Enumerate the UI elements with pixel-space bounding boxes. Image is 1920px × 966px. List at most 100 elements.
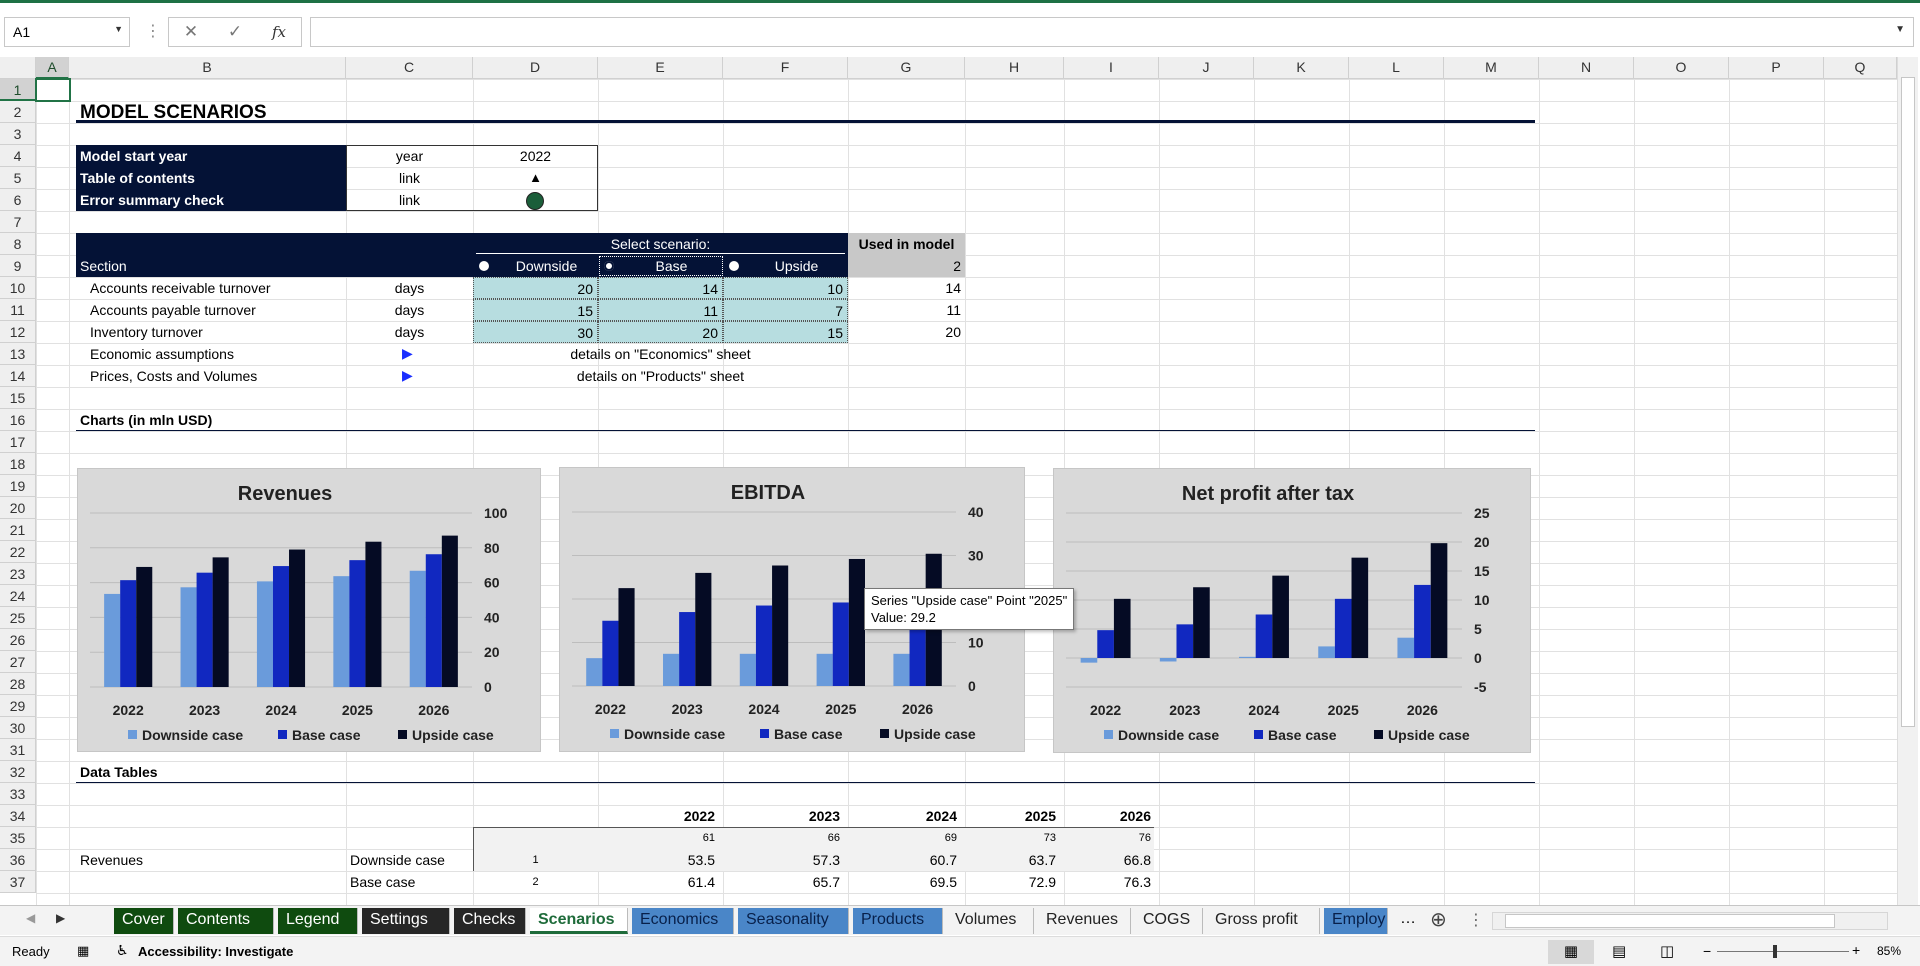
row-header[interactable]: 31: [0, 739, 36, 761]
bar[interactable]: [679, 612, 696, 686]
tab-revenues[interactable]: Revenues: [1038, 908, 1131, 934]
enter-icon[interactable]: ✓: [213, 22, 257, 42]
row-header[interactable]: 27: [0, 651, 36, 673]
bar[interactable]: [1176, 624, 1194, 658]
column-header[interactable]: L: [1349, 57, 1444, 79]
tab-contents[interactable]: Contents: [178, 908, 274, 934]
accessibility-status[interactable]: Accessibility: Investigate: [138, 944, 293, 959]
scenario-label[interactable]: Accounts payable turnover: [86, 299, 346, 321]
column-header[interactable]: K: [1254, 57, 1349, 79]
table-value[interactable]: 66: [723, 827, 844, 849]
bar[interactable]: [272, 566, 290, 687]
row-header[interactable]: 30: [0, 717, 36, 739]
row-header[interactable]: 25: [0, 607, 36, 629]
bar[interactable]: [365, 541, 382, 687]
detail-link-text[interactable]: details on "Economics" sheet: [473, 343, 848, 365]
tab-legend[interactable]: Legend: [278, 908, 358, 934]
scrollbar-thumb[interactable]: [1505, 914, 1835, 928]
info-label[interactable]: Model start year: [76, 145, 346, 167]
chart-0[interactable]: Revenues 100 80 60 40 20 0 2022 2023 2024 2025 2026…: [77, 468, 541, 752]
row-header[interactable]: 29: [0, 695, 36, 717]
column-header[interactable]: I: [1064, 57, 1159, 79]
column-header[interactable]: J: [1159, 57, 1254, 79]
row-header[interactable]: 3: [0, 123, 36, 145]
bar[interactable]: [1397, 637, 1415, 658]
toc-link-icon[interactable]: ▲: [473, 167, 598, 189]
bar[interactable]: [1080, 658, 1098, 663]
zoom-slider[interactable]: [1717, 945, 1849, 958]
row-header[interactable]: 26: [0, 629, 36, 651]
bar[interactable]: [663, 653, 680, 686]
bar[interactable]: [893, 653, 910, 686]
zoom-slider-thumb[interactable]: [1773, 945, 1777, 958]
row-header[interactable]: 6: [0, 189, 36, 211]
table-row-label[interactable]: Revenues: [76, 849, 346, 871]
macro-record-icon[interactable]: ▦: [77, 943, 89, 959]
page-break-view-icon[interactable]: ◫: [1660, 942, 1674, 960]
table-value[interactable]: 69: [848, 827, 961, 849]
more-options-icon[interactable]: ⋮: [1468, 910, 1484, 930]
table-value[interactable]: 76.3: [1064, 871, 1155, 893]
bar[interactable]: [1272, 575, 1289, 658]
row-header[interactable]: 20: [0, 497, 36, 519]
bar[interactable]: [409, 570, 426, 687]
zoom-level[interactable]: 85%: [1877, 944, 1901, 958]
more-options-icon[interactable]: ⋮: [145, 21, 161, 41]
tab-cogs[interactable]: COGS: [1135, 908, 1203, 934]
bar[interactable]: [772, 565, 789, 686]
bar[interactable]: [1193, 587, 1210, 658]
vertical-scrollbar[interactable]: [1897, 57, 1918, 905]
upside-input[interactable]: 7: [723, 299, 848, 321]
select-scenario-label[interactable]: Select scenario:: [473, 233, 848, 255]
bar[interactable]: [289, 549, 306, 687]
row-header[interactable]: 11: [0, 299, 36, 321]
row-header[interactable]: 10: [0, 277, 36, 299]
tab-scenarios[interactable]: Scenarios: [530, 908, 628, 934]
tab-employ[interactable]: Employ: [1324, 908, 1388, 934]
year-header[interactable]: 2024: [848, 805, 961, 827]
chart-2[interactable]: Net profit after tax 25 20 15 10 5 0 -5 2022 2023…: [1053, 468, 1531, 753]
formula-input[interactable]: ▼: [310, 17, 1914, 47]
play-arrow-icon[interactable]: ▶: [402, 367, 413, 384]
row-header[interactable]: 8: [0, 233, 36, 255]
row-header[interactable]: 18: [0, 453, 36, 475]
upside-input[interactable]: 15: [723, 321, 848, 343]
used-in-model-header[interactable]: Used in model: [848, 233, 965, 255]
row-header[interactable]: 23: [0, 563, 36, 585]
section-header[interactable]: Section: [76, 255, 346, 277]
scenario-unit[interactable]: days: [346, 299, 473, 321]
row-header[interactable]: 5: [0, 167, 36, 189]
bar[interactable]: [1414, 584, 1431, 658]
row-header[interactable]: 9: [0, 255, 36, 277]
insert-function-icon[interactable]: fx: [257, 23, 301, 41]
bar[interactable]: [120, 580, 137, 687]
column-header[interactable]: B: [69, 57, 346, 79]
column-header[interactable]: H: [965, 57, 1064, 79]
bar[interactable]: [586, 658, 603, 686]
bar[interactable]: [755, 605, 773, 686]
row-header[interactable]: 14: [0, 365, 36, 387]
row-header[interactable]: 33: [0, 783, 36, 805]
table-value[interactable]: 61.4: [598, 871, 719, 893]
column-header[interactable]: O: [1634, 57, 1729, 79]
used-value[interactable]: 20: [848, 321, 965, 343]
scenario-label[interactable]: Accounts receivable turnover: [86, 277, 346, 299]
case-index[interactable]: 2: [473, 871, 598, 893]
case-index[interactable]: 1: [473, 849, 598, 871]
bar[interactable]: [1351, 557, 1369, 658]
row-header[interactable]: 13: [0, 343, 36, 365]
tab-scroll-right-icon[interactable]: ▶: [56, 911, 65, 925]
row-header[interactable]: 1: [0, 79, 36, 101]
row-header[interactable]: 4: [0, 145, 36, 167]
tab-gross-profit[interactable]: Gross profit: [1207, 908, 1320, 934]
row-header[interactable]: 28: [0, 673, 36, 695]
bar[interactable]: [1334, 598, 1352, 658]
used-value[interactable]: 11: [848, 299, 965, 321]
case-label[interactable]: Downside case: [346, 849, 473, 871]
select-all-corner[interactable]: [0, 57, 36, 79]
year-header[interactable]: 2026: [1064, 805, 1155, 827]
table-value[interactable]: 65.7: [723, 871, 844, 893]
info-unit[interactable]: year: [346, 145, 473, 167]
bar[interactable]: [212, 557, 229, 687]
bar[interactable]: [739, 653, 756, 686]
